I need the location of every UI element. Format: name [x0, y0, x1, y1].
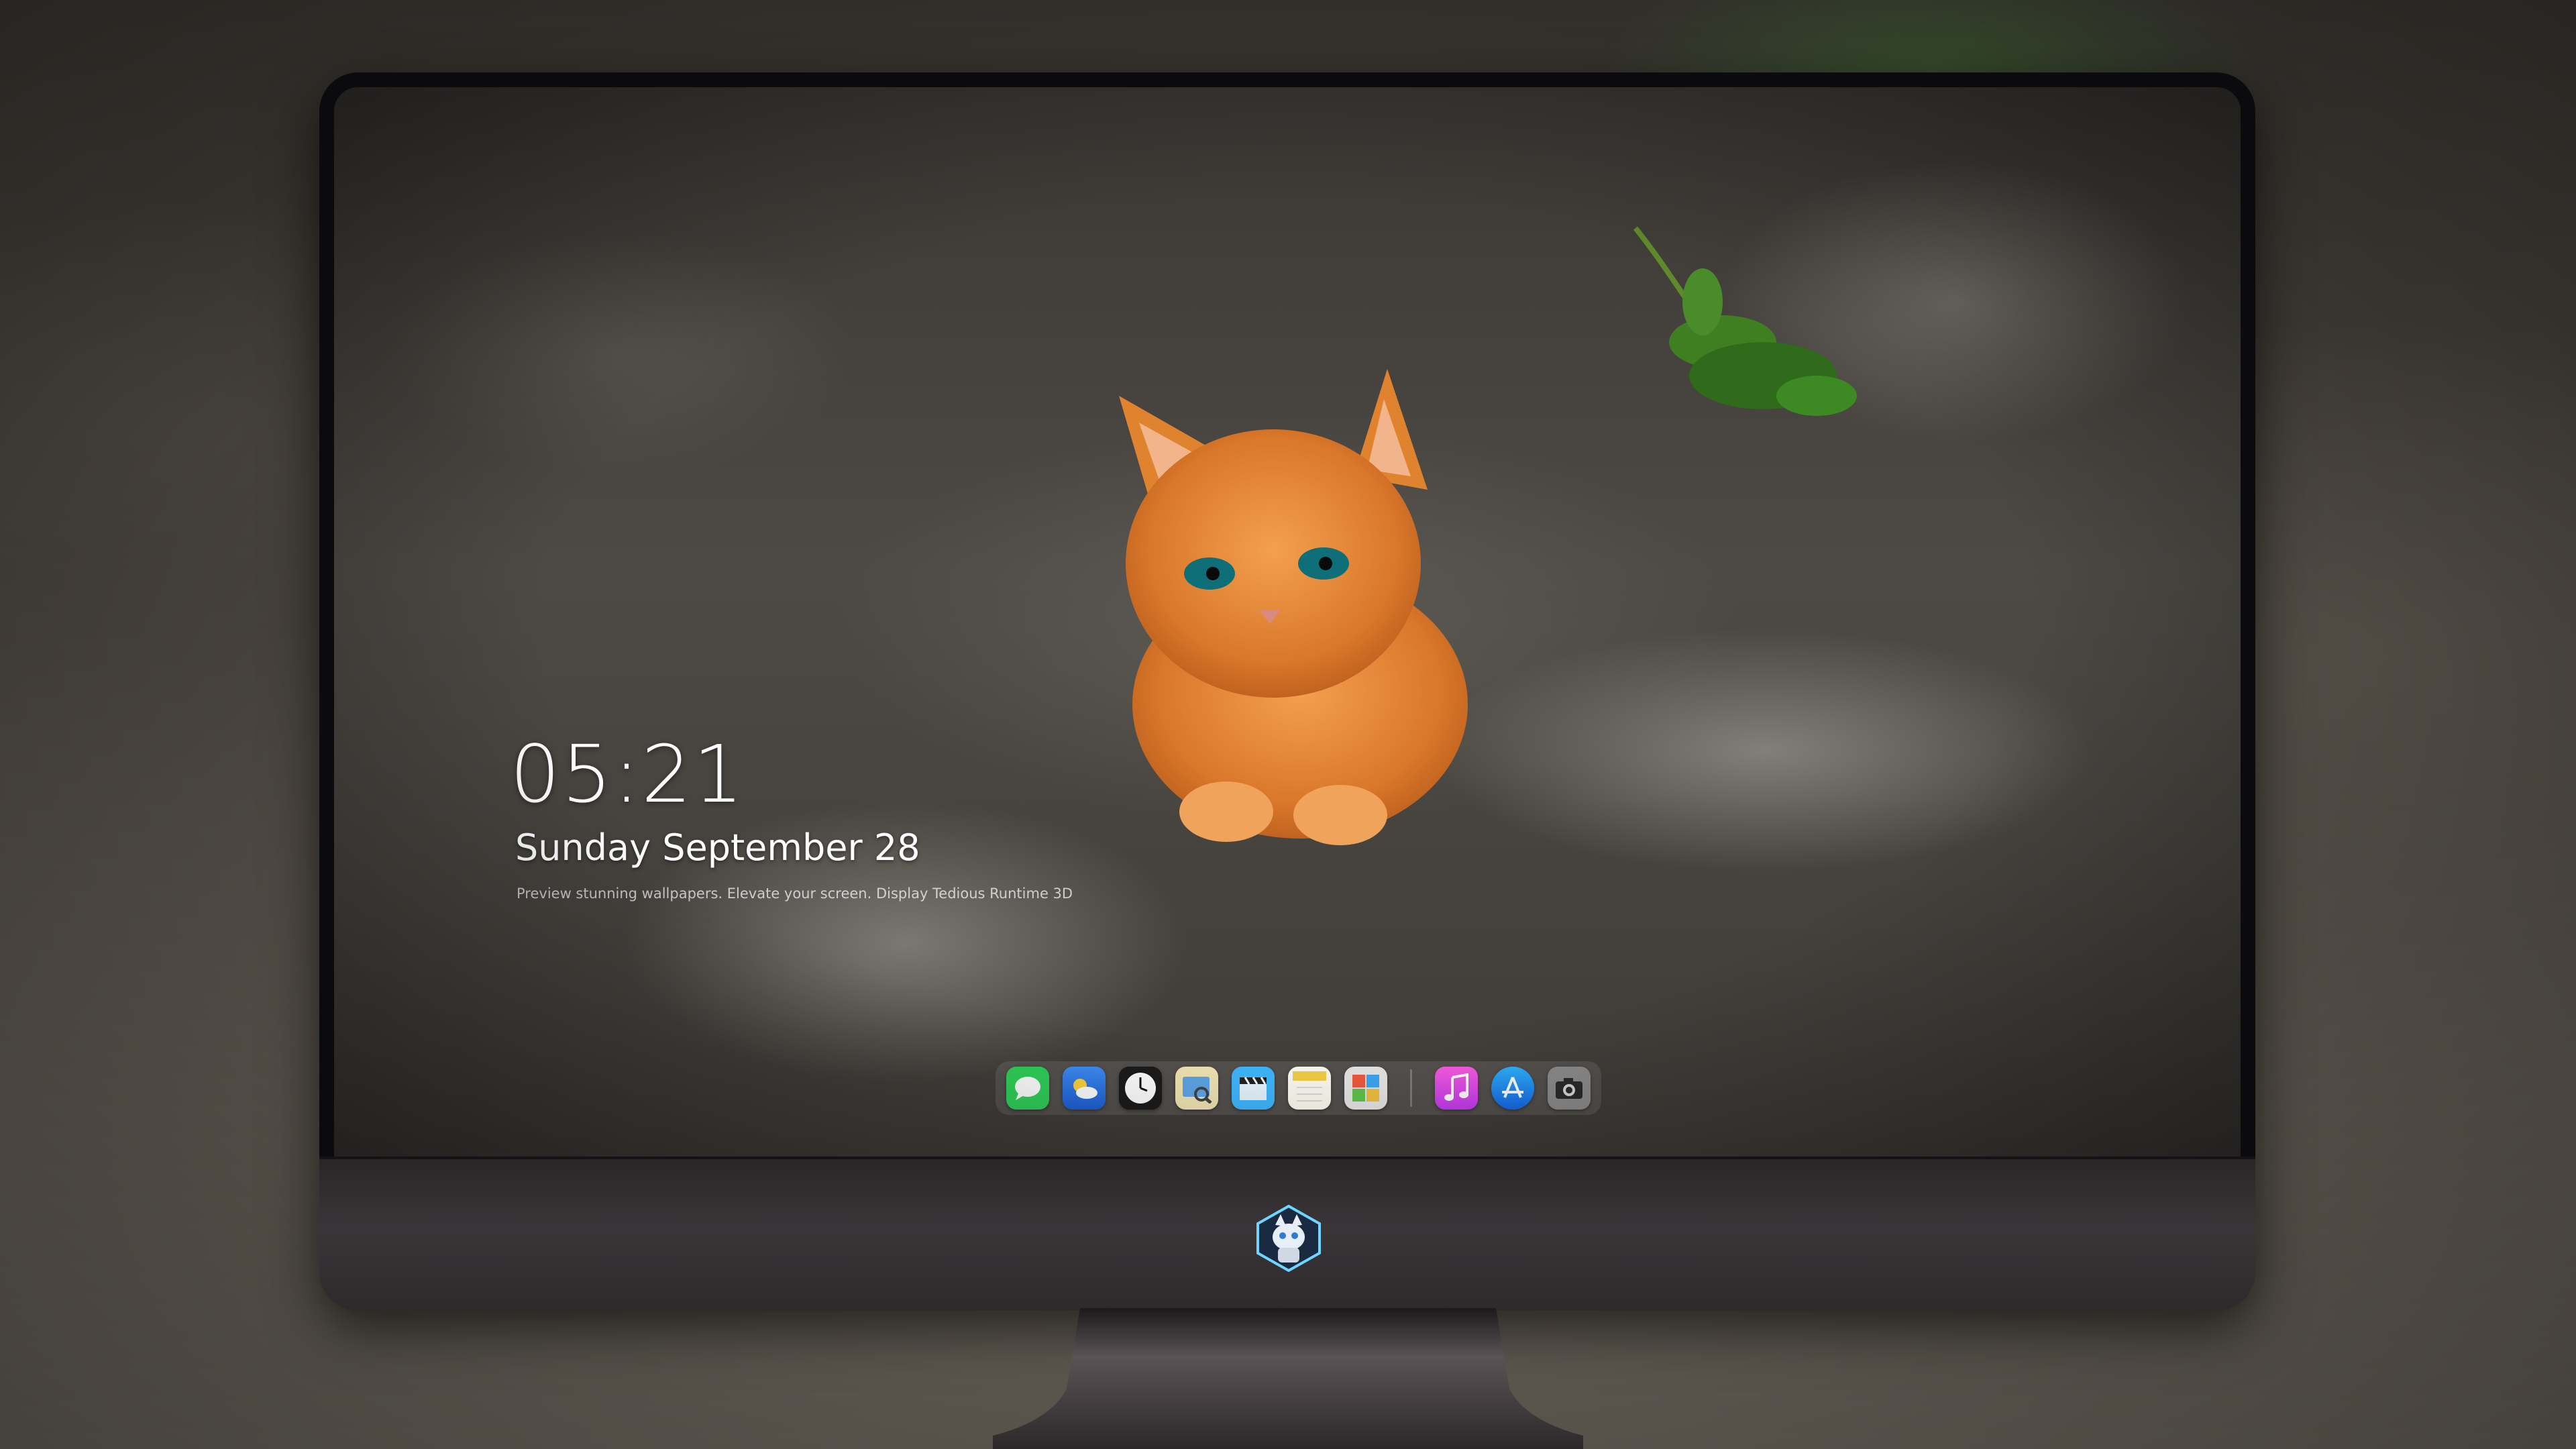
lockscreen-clock: 05:21 [510, 728, 745, 820]
kitten-wallpaper [1119, 369, 1468, 845]
dock-separator [1410, 1069, 1412, 1107]
messages-icon[interactable] [1006, 1067, 1049, 1110]
photo-booth-icon[interactable] [1344, 1067, 1387, 1110]
clock-icon[interactable] [1119, 1067, 1162, 1110]
dock [996, 1061, 1601, 1115]
plant-wallpaper-detail [1633, 226, 1857, 416]
lockscreen-tagline: Preview stunning wallpapers. Elevate you… [517, 885, 1073, 902]
preview-icon[interactable] [1175, 1067, 1218, 1110]
notes-icon[interactable] [1288, 1067, 1331, 1110]
camera-icon[interactable] [1548, 1067, 1591, 1110]
music-icon[interactable] [1435, 1067, 1478, 1110]
monitor-chin [319, 1157, 2255, 1311]
claquette-icon[interactable] [1232, 1067, 1275, 1110]
weather-icon[interactable] [1063, 1067, 1106, 1110]
monitor-stand [993, 1308, 1583, 1449]
monitor: 05:21 Sunday September 28 Preview stunni… [319, 72, 2255, 1311]
lockscreen-date: Sunday September 28 [515, 826, 920, 869]
app-store-icon[interactable] [1491, 1067, 1534, 1110]
cat-astronaut-logo-icon [1256, 1205, 1321, 1272]
desktop-screen: 05:21 Sunday September 28 Preview stunni… [334, 87, 2241, 1157]
